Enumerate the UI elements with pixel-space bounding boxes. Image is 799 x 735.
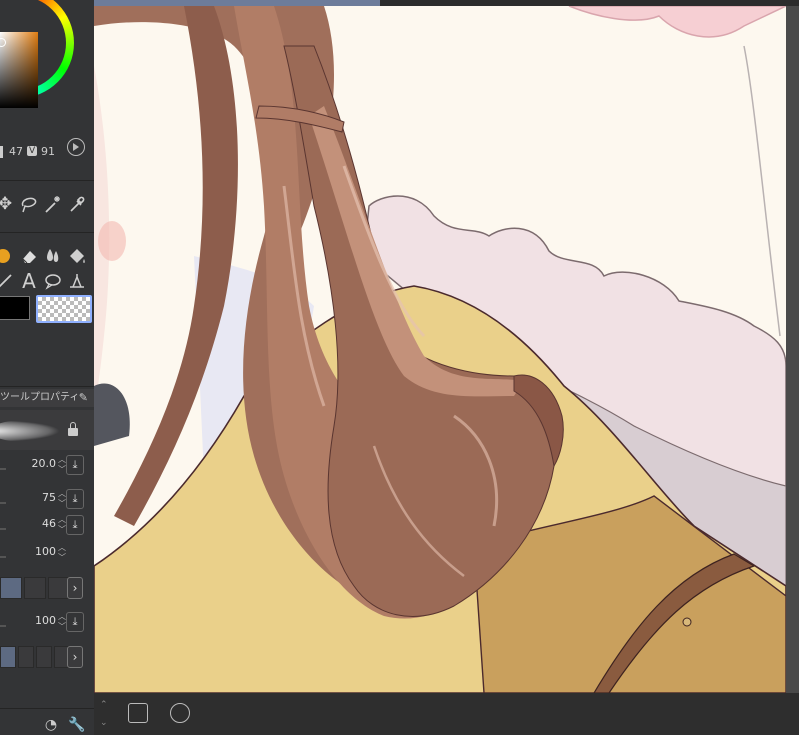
illustration xyxy=(94,6,786,693)
transparent-color-swatch[interactable] xyxy=(36,295,92,323)
param-5-spinner[interactable]: ︿ ﹀ xyxy=(58,612,66,632)
brush-size-spinner[interactable]: ︿ ﹀ xyxy=(58,455,66,475)
divider xyxy=(0,232,94,233)
canvas-scroll-edge xyxy=(786,6,799,693)
line-icon[interactable] xyxy=(66,270,88,292)
eyedropper-icon[interactable] xyxy=(66,193,88,215)
move-icon[interactable]: ✥ xyxy=(0,193,16,215)
value-readout[interactable]: 91 xyxy=(41,145,55,158)
opacity-2-download-icon[interactable]: ⤓ xyxy=(66,515,84,535)
figure-icon[interactable] xyxy=(0,270,16,292)
lasso-icon[interactable] xyxy=(18,193,40,215)
brush-size-download-icon[interactable]: ⤓ xyxy=(66,455,84,475)
preset-cell[interactable] xyxy=(36,646,52,668)
drawing-canvas[interactable] xyxy=(94,6,786,693)
play-icon[interactable] xyxy=(67,138,85,156)
value-label: V xyxy=(27,146,38,156)
left-tool-panel: 47 V 91 ✥ A ツールプロパティ ✎ 20.0 ︿ ﹀ ⤓ 75 ︿ ﹀… xyxy=(0,0,94,735)
scroll-arrows[interactable]: ⌃ ⌄ xyxy=(100,696,108,732)
next-button[interactable]: › xyxy=(67,577,83,599)
density-row: 100 ︿ ﹀ xyxy=(0,543,94,565)
opacity-1-row: 75 ︿ ﹀ ⤓ xyxy=(0,489,94,511)
param-5-download-icon[interactable]: ⤓ xyxy=(66,612,84,632)
pen-icon[interactable] xyxy=(0,245,14,267)
next-button[interactable]: › xyxy=(67,646,83,668)
preset-cells-2 xyxy=(0,646,70,668)
tool-property-header: ツールプロパティ ✎ xyxy=(0,389,94,407)
param-5-value[interactable]: 100 xyxy=(35,614,56,627)
divider xyxy=(0,180,94,181)
fill-icon[interactable] xyxy=(66,245,88,267)
preset-cell[interactable] xyxy=(0,646,16,668)
navigator-icon[interactable] xyxy=(128,703,148,723)
param-5-row: 100 ︿ ﹀ ⤓ xyxy=(0,612,94,634)
balloon-icon[interactable] xyxy=(42,270,64,292)
opacity-1-spinner[interactable]: ︿ ﹀ xyxy=(58,489,66,509)
divider xyxy=(0,708,94,709)
density-spinner[interactable]: ︿ ﹀ xyxy=(58,543,66,563)
pen-settings-icon[interactable]: ✎ xyxy=(79,389,88,407)
clock-icon[interactable]: ◔ xyxy=(42,716,60,734)
blend-icon[interactable] xyxy=(42,245,64,267)
canvas-bottom-bar xyxy=(94,693,799,735)
preset-cell[interactable] xyxy=(18,646,34,668)
opacity-2-row: 46 ︿ ﹀ ⤓ xyxy=(0,515,94,537)
divider xyxy=(0,386,94,387)
preset-cell[interactable] xyxy=(0,577,22,599)
magic-wand-icon[interactable] xyxy=(42,193,64,215)
density-value[interactable]: 100 xyxy=(35,545,56,558)
brush-preview xyxy=(0,410,94,450)
brush-size-value[interactable]: 20.0 xyxy=(32,457,57,470)
preset-cell[interactable] xyxy=(24,577,46,599)
opacity-1-download-icon[interactable]: ⤓ xyxy=(66,489,84,509)
text-icon[interactable]: A xyxy=(18,269,40,293)
brush-size-row: 20.0 ︿ ﹀ ⤓ xyxy=(0,455,94,477)
wrench-icon[interactable]: 🔧 xyxy=(68,716,86,734)
fit-view-icon[interactable] xyxy=(170,703,190,723)
lock-icon[interactable] xyxy=(68,422,78,436)
tool-property-title: ツールプロパティ xyxy=(0,392,80,403)
main-color-swatch[interactable] xyxy=(0,296,30,320)
opacity-1-value[interactable]: 75 xyxy=(42,491,56,504)
opacity-2-spinner[interactable]: ︿ ﹀ xyxy=(58,515,66,535)
preset-cells-1 xyxy=(0,577,70,599)
opacity-2-value[interactable]: 46 xyxy=(42,517,56,530)
eraser-icon[interactable] xyxy=(18,245,40,267)
hue-readout[interactable]: 47 xyxy=(9,145,23,158)
